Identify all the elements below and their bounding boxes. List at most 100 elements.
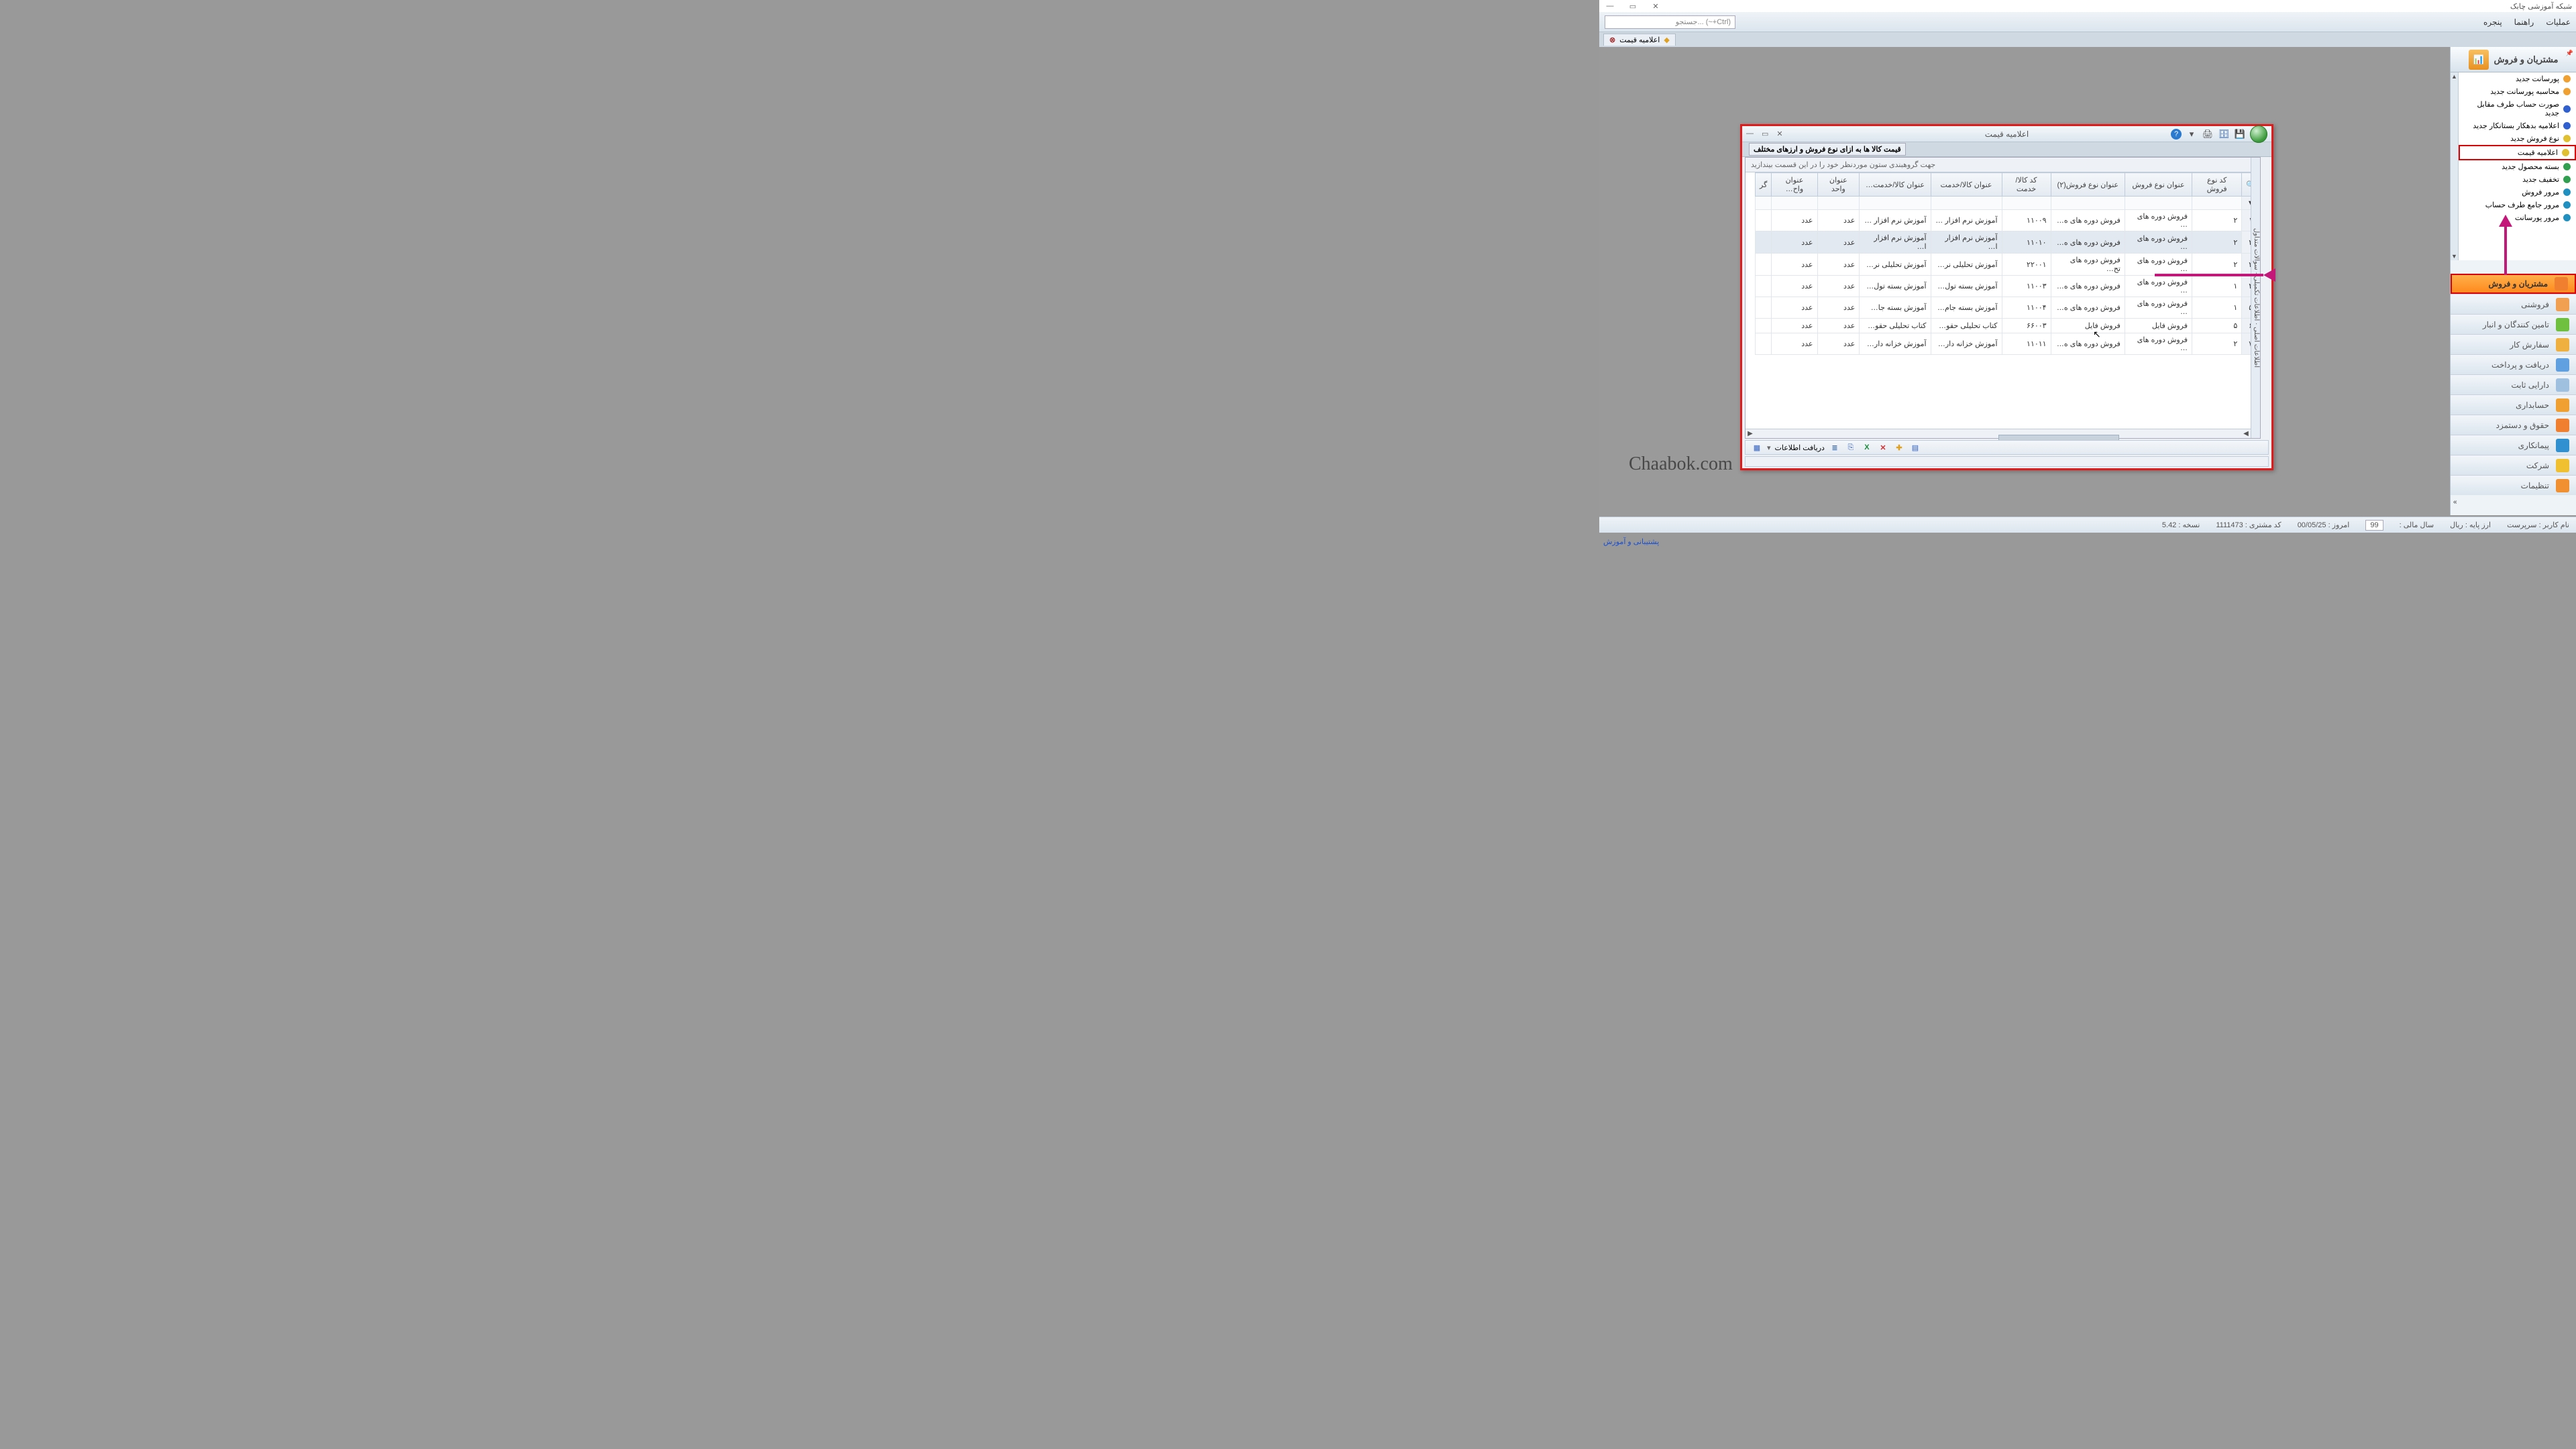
cell: عدد — [1772, 231, 1817, 254]
filter-cell[interactable] — [2002, 197, 2051, 210]
table-row[interactable]: ۷۲فروش دوره های …فروش دوره های ه…۱۱۰۱۱آم… — [1756, 333, 2260, 355]
column-header[interactable]: عنوان نوع فروش(۲) — [2051, 173, 2125, 197]
table-row[interactable]: ۶۵فروش فایلفروش فایل۶۶۰۰۳کتاب تحلیلی حقو… — [1756, 319, 2260, 333]
column-header[interactable]: عنوان نوع فروش — [2125, 173, 2192, 197]
cell: آموزش خزانه دار… — [1860, 333, 1931, 355]
copy-icon[interactable]: ⎘ — [1845, 442, 1857, 453]
column-header[interactable]: عنوان واح… — [1772, 173, 1817, 197]
cell: عدد — [1772, 210, 1817, 231]
table-row[interactable]: ۲۲فروش دوره های …فروش دوره های ه…۱۱۰۱۰آم… — [1756, 231, 2260, 254]
window-title: اعلامیه قیمت — [1985, 129, 2029, 139]
module-item[interactable]: حسابداری — [2451, 394, 2576, 415]
module-icon — [2556, 419, 2569, 432]
sidebar-item[interactable]: مرور جامع طرف حساب — [2459, 199, 2576, 211]
save-as-icon[interactable]: 🗄 — [2218, 128, 2230, 140]
filter-cell[interactable] — [1931, 197, 2002, 210]
column-header[interactable]: کد نوع فروش — [2192, 173, 2242, 197]
scroll-left-icon[interactable]: ◀ — [2241, 430, 2251, 437]
status-fy-value[interactable]: 99 — [2365, 520, 2383, 531]
filter-cell[interactable] — [1817, 197, 1860, 210]
sidebar-item[interactable]: مرور فروش — [2459, 186, 2576, 199]
scroll-down-icon[interactable]: ▼ — [2451, 252, 2458, 260]
scroll-right-icon[interactable]: ▶ — [1746, 430, 1755, 437]
status-today: امروز : 00/05/25 — [2298, 521, 2350, 529]
horizontal-scrollbar[interactable]: ◀ ▶ — [1746, 429, 2251, 438]
cell: ۵ — [2192, 319, 2242, 333]
window-minimize-icon[interactable]: — — [1746, 129, 1754, 138]
sidebar-item[interactable]: مرور پورسانت — [2459, 211, 2576, 224]
cell: آموزش بسته جام… — [1931, 297, 2002, 319]
module-item[interactable]: تنظیمات — [2451, 475, 2576, 495]
sidebar-item[interactable]: اعلامیه بدهکار بستانکار جدید — [2459, 119, 2576, 132]
support-link[interactable]: پشتیبانی و آموزش — [1603, 537, 1659, 546]
tab-close-icon[interactable]: ⊗ — [1609, 36, 1615, 44]
annotation-arrow-horizontal — [2155, 268, 2275, 282]
sidebar-item[interactable]: محاسبه پورسانت جدید — [2459, 85, 2576, 98]
table-row[interactable]: ۱۲فروش دوره های …فروش دوره های ه…۱۱۰۰۹آم… — [1756, 210, 2260, 231]
module-item[interactable]: شرکت — [2451, 455, 2576, 475]
search-input[interactable]: جستجو... (~+Ctrl) — [1605, 15, 1735, 29]
filter-cell[interactable] — [1756, 197, 1772, 210]
column-header[interactable]: گر — [1756, 173, 1772, 197]
sidebar-item-label: مرور پورسانت — [2515, 213, 2559, 222]
column-header[interactable]: عنوان کالا/خدمت — [1931, 173, 2002, 197]
add-icon[interactable]: ✚ — [1893, 442, 1905, 453]
module-item[interactable]: سفارش کار — [2451, 334, 2576, 354]
tab-price-notice[interactable]: ◆ اعلامیه قیمت ⊗ — [1603, 34, 1676, 46]
bullet-icon — [2563, 163, 2571, 170]
filter-cell[interactable] — [2125, 197, 2192, 210]
cell: آموزش نرم افزار ا… — [1931, 231, 2002, 254]
save-icon[interactable]: 💾 — [2234, 128, 2246, 140]
excel-icon[interactable]: X — [1861, 442, 1873, 453]
minimize-icon[interactable]: — — [1603, 2, 1617, 11]
window-close-icon[interactable]: ✕ — [1776, 129, 1782, 138]
close-icon[interactable]: ✕ — [1649, 2, 1662, 11]
cell: فروش دوره های ه… — [2051, 297, 2125, 319]
module-item[interactable]: دریافت و پرداخت — [2451, 354, 2576, 374]
filter-cell[interactable] — [1772, 197, 1817, 210]
module-item[interactable]: پیمانکاری — [2451, 435, 2576, 455]
module-item[interactable]: فروشنی — [2451, 294, 2576, 314]
module-item[interactable]: دارایی ثابت — [2451, 374, 2576, 394]
table-row[interactable]: ۵۱فروش دوره های …فروش دوره های ه…۱۱۰۰۴آم… — [1756, 297, 2260, 319]
sidebar-item-label: اعلامیه بدهکار بستانکار جدید — [2473, 121, 2559, 130]
filter-cell[interactable] — [2051, 197, 2125, 210]
maximize-icon[interactable]: ▭ — [1626, 2, 1640, 11]
price-notice-window: 💾 🗄 🖨 ▾ ? اعلامیه قیمت ✕ ▭ — قیمت کالا ه… — [1740, 124, 2273, 470]
pin-icon[interactable]: 📌 — [2566, 50, 2573, 57]
menu-window[interactable]: پنجره — [2483, 17, 2502, 27]
sidebar-item[interactable]: بسته محصول جدید — [2459, 160, 2576, 173]
side-scrollbar[interactable]: ▲ ▼ — [2451, 72, 2459, 260]
scroll-up-icon[interactable]: ▲ — [2451, 72, 2458, 80]
module-item[interactable]: تامین کنندگان و انبار — [2451, 314, 2576, 334]
print-icon[interactable]: 🖨 — [2202, 128, 2214, 140]
module-list: مشتریان و فروشفروشنیتامین کنندگان و انبا… — [2451, 274, 2576, 495]
filter-cell[interactable] — [2192, 197, 2242, 210]
module-item[interactable]: حقوق و دستمزد — [2451, 415, 2576, 435]
bullet-icon — [2563, 88, 2571, 95]
watermark-text: Chaabok.com — [1629, 453, 1733, 475]
column-header[interactable]: کد کالا/خدمت — [2002, 173, 2051, 197]
window-maximize-icon[interactable]: ▭ — [1762, 129, 1768, 138]
list-icon[interactable]: ≣ — [1829, 442, 1841, 453]
sidebar-item[interactable]: اعلامیه قیمت — [2459, 145, 2576, 160]
sidebar-item[interactable]: نوع فروش جدید — [2459, 132, 2576, 145]
delete-icon[interactable]: ✕ — [1877, 442, 1889, 453]
columns-icon[interactable]: ▦ — [1751, 442, 1763, 453]
fetch-data-button[interactable]: دریافت اطلاعات — [1775, 443, 1825, 452]
module-item[interactable]: مشتریان و فروش — [2451, 274, 2576, 294]
sidebar-item[interactable]: تخفیف جدید — [2459, 173, 2576, 186]
help-icon[interactable]: ? — [2171, 129, 2182, 140]
grid-side-tabs[interactable]: اطلاعات اصلی · اطلاعات تکمیلی · سوالات م… — [2251, 158, 2260, 438]
sidebar-item[interactable]: صورت حساب طرف مقابل جدید — [2459, 98, 2576, 119]
column-header[interactable]: عنوان واحد — [1817, 173, 1860, 197]
options-icon[interactable]: ▤ — [1909, 442, 1921, 453]
column-header[interactable]: عنوان کالا/خدمت… — [1860, 173, 1931, 197]
menu-help[interactable]: راهنما — [2514, 17, 2534, 27]
sidebar-item[interactable]: پورسانت جدید — [2459, 72, 2576, 85]
module-expand-icon[interactable]: » — [2453, 498, 2457, 506]
menu-operations[interactable]: عملیات — [2546, 17, 2571, 27]
filter-cell[interactable] — [1860, 197, 1931, 210]
globe-icon[interactable] — [2250, 125, 2267, 143]
module-label: تنظیمات — [2521, 481, 2549, 490]
